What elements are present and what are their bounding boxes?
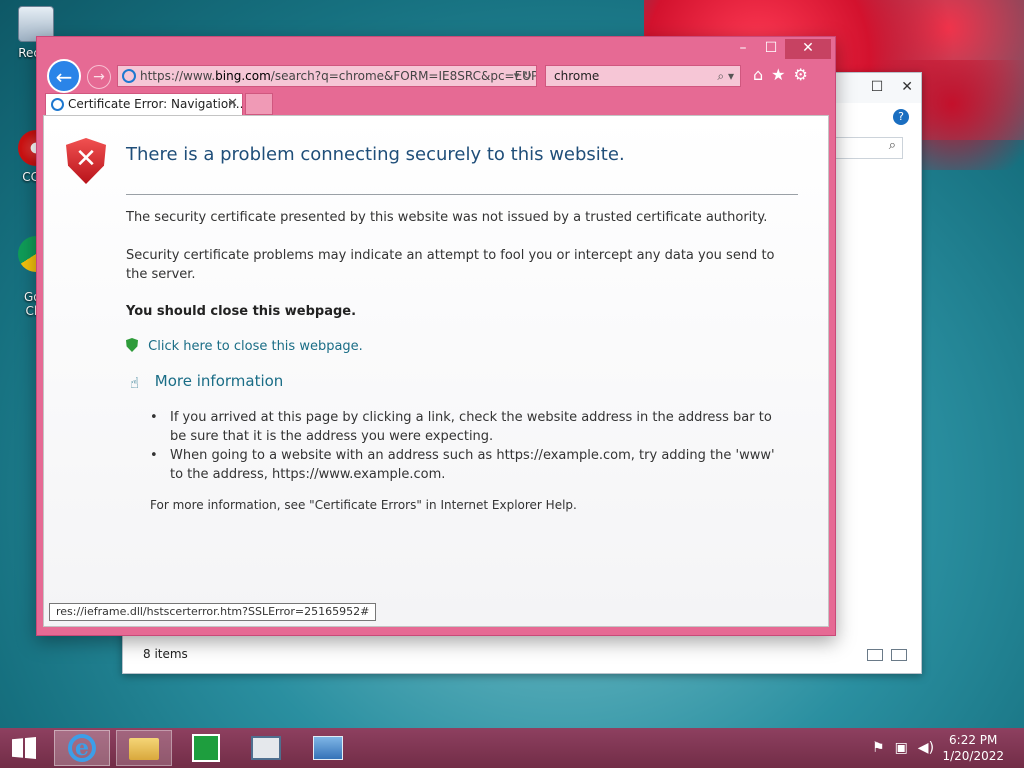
- clock-date: 1/20/2022: [942, 749, 1004, 763]
- store-icon: [192, 734, 220, 762]
- taskbar-app[interactable]: [238, 730, 294, 766]
- status-bar-url: res://ieframe.dll/hstscerterror.htm?SSLE…: [49, 603, 377, 621]
- help-icon[interactable]: ?: [893, 109, 909, 125]
- advice-text: You should close this webpage.: [126, 304, 357, 319]
- volume-icon[interactable]: ◀): [918, 740, 934, 756]
- close-icon[interactable]: ✕: [901, 79, 913, 95]
- new-tab-button[interactable]: [245, 93, 273, 115]
- dropdown-icon[interactable]: ▾: [728, 69, 734, 83]
- taskbar: e ⚑ ▣ ◀) 6:22 PM 1/20/2022: [0, 728, 1024, 768]
- internet-explorer-icon: e: [68, 734, 96, 762]
- home-icon[interactable]: ⌂: [753, 65, 763, 84]
- search-tools: ⌕ ▾: [717, 66, 734, 86]
- refresh-icon[interactable]: ↻: [523, 69, 532, 82]
- close-icon[interactable]: ✕: [785, 39, 831, 59]
- system-tray: ⚑ ▣ ◀): [872, 740, 934, 756]
- windows-logo-icon: [12, 737, 36, 759]
- close-tab-icon[interactable]: ✕: [227, 94, 238, 114]
- back-button[interactable]: ←: [47, 59, 81, 93]
- search-input[interactable]: chrome: [554, 69, 599, 83]
- internet-explorer-window: – ☐ ✕ ← → https://www.bing.com/search?q=…: [36, 36, 836, 636]
- start-button[interactable]: [0, 730, 48, 766]
- taskbar-app[interactable]: [300, 730, 356, 766]
- address-bar[interactable]: https://www.bing.com/search?q=chrome&FOR…: [117, 65, 537, 87]
- document-viewer-icon: [251, 736, 281, 760]
- large-icons-view-icon[interactable]: [891, 649, 907, 661]
- page-title: There is a problem connecting securely t…: [126, 144, 625, 165]
- control-panel-icon: [313, 736, 343, 760]
- error-shield-icon: ✕: [66, 138, 106, 184]
- network-icon[interactable]: ▣: [895, 740, 908, 756]
- tab-certificate-error[interactable]: Certificate Error: Navigation... ✕: [45, 93, 243, 115]
- maximize-icon[interactable]: ☐: [757, 39, 785, 59]
- more-information-link[interactable]: More information: [155, 372, 284, 390]
- search-icon[interactable]: ⌕: [717, 69, 724, 83]
- favorites-star-icon[interactable]: ★: [771, 65, 785, 84]
- taskbar-internet-explorer[interactable]: e: [54, 730, 110, 766]
- forward-button[interactable]: →: [87, 65, 111, 89]
- green-shield-icon: [126, 338, 138, 352]
- clock-time: 6:22 PM: [949, 733, 998, 747]
- warning-text: The security certificate presented by th…: [126, 210, 768, 225]
- ie-page-icon: [122, 69, 136, 83]
- warning-text: Security certificate problems may indica…: [126, 248, 775, 282]
- more-information-toggle[interactable]: ☝ More information: [130, 372, 284, 392]
- address-domain: bing.com: [215, 69, 271, 83]
- ie-toolbar-icons: ⌂ ★ ⚙: [753, 65, 808, 84]
- settings-gear-icon[interactable]: ⚙: [794, 65, 808, 84]
- taskbar-file-explorer[interactable]: [116, 730, 172, 766]
- ie-window-controls: – ☐ ✕: [729, 39, 831, 59]
- explorer-view-toggles: [867, 649, 907, 661]
- hand-cursor-icon: ☝: [130, 374, 140, 392]
- page-content: ✕ There is a problem connecting securely…: [43, 115, 829, 627]
- details-view-icon[interactable]: [867, 649, 883, 661]
- list-item: When going to a website with an address …: [150, 446, 790, 484]
- taskbar-store[interactable]: [178, 730, 234, 766]
- close-webpage-row: Click here to close this webpage.: [126, 338, 363, 354]
- search-box[interactable]: chrome ⌕ ▾: [545, 65, 741, 87]
- close-webpage-link[interactable]: Click here to close this webpage.: [148, 339, 363, 354]
- address-tools: ▾ ↻: [514, 66, 532, 86]
- minimize-icon[interactable]: –: [729, 39, 757, 59]
- ie-page-icon: [51, 98, 64, 111]
- maximize-icon[interactable]: ☐: [871, 79, 884, 95]
- dropdown-icon[interactable]: ▾: [514, 69, 520, 82]
- folder-icon: [129, 738, 159, 760]
- explorer-status-text: 8 items: [143, 647, 188, 661]
- action-center-flag-icon[interactable]: ⚑: [872, 740, 885, 756]
- clock[interactable]: 6:22 PM 1/20/2022: [942, 732, 1004, 764]
- address-suffix: /search?q=chrome&FORM=IE8SRC&pc=EUP: [270, 69, 537, 83]
- list-item: If you arrived at this page by clicking …: [150, 408, 790, 446]
- explorer-window-controls: ☐ ✕: [871, 79, 913, 95]
- more-info-list: If you arrived at this page by clicking …: [150, 408, 790, 484]
- tab-title: Certificate Error: Navigation...: [68, 97, 243, 111]
- address-prefix: https://www.: [140, 69, 216, 83]
- help-note: For more information, see "Certificate E…: [150, 498, 577, 512]
- divider: [126, 194, 798, 195]
